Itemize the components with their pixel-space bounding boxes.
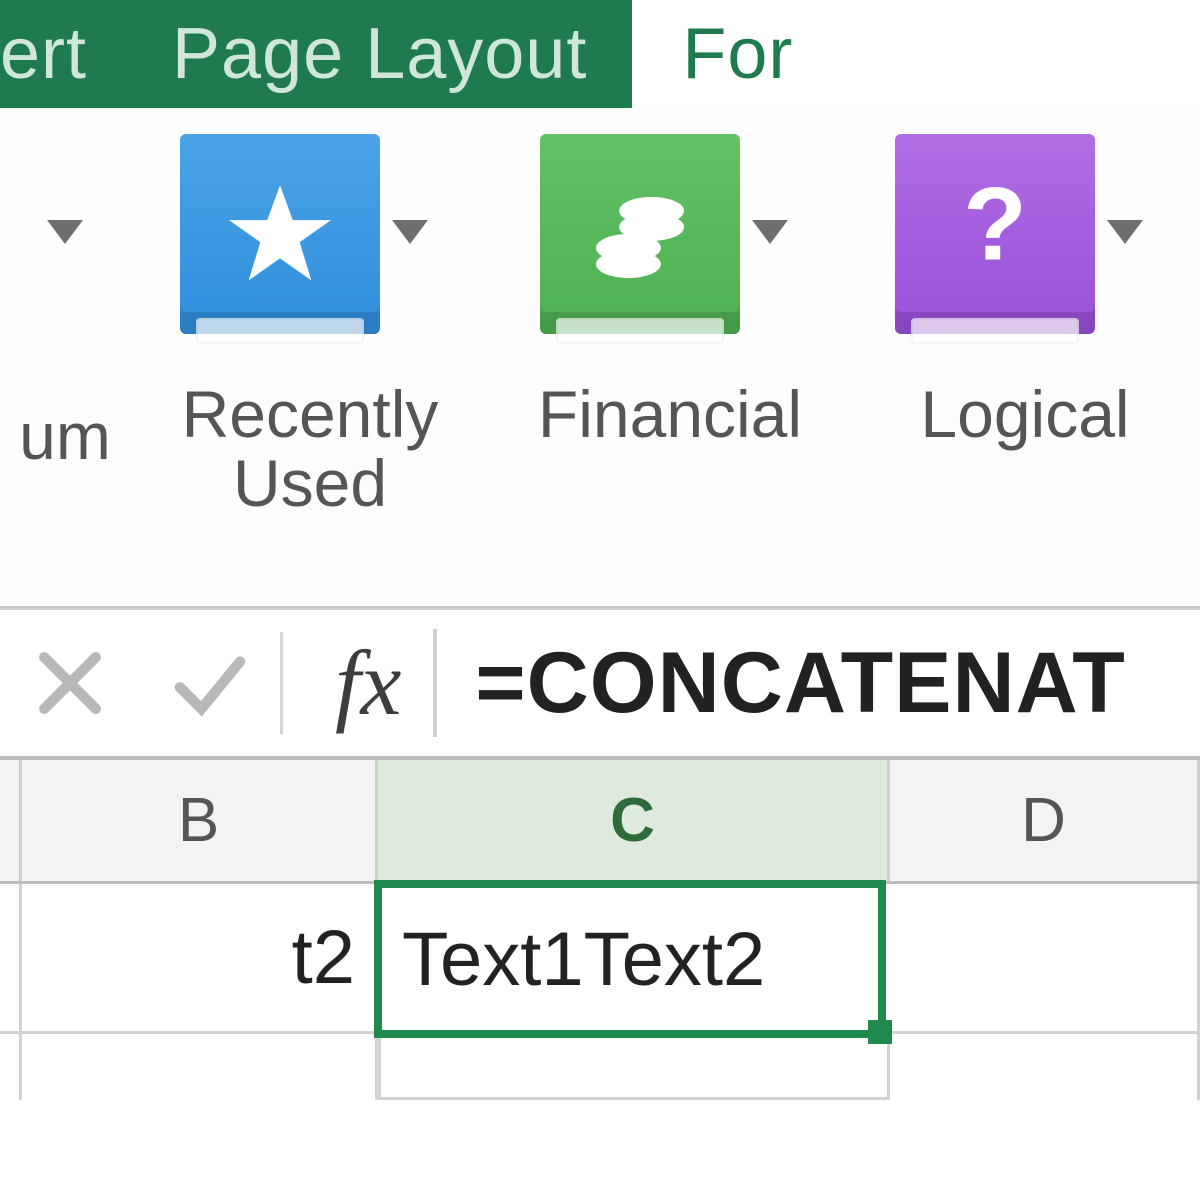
- cell-b2[interactable]: [22, 1034, 378, 1100]
- grid-row-2: [0, 1034, 1200, 1100]
- recently-used-label: Recently Used: [182, 380, 439, 519]
- logical-label: Logical: [920, 380, 1129, 449]
- column-header-c[interactable]: C: [378, 760, 890, 881]
- tab-formulas[interactable]: For: [632, 0, 1200, 108]
- question-mark-icon: ?: [895, 134, 1095, 334]
- divider: [433, 629, 437, 737]
- insert-function-button[interactable]: fx: [283, 630, 433, 736]
- svg-text:?: ?: [963, 176, 1027, 283]
- chevron-down-icon: [1107, 220, 1143, 244]
- fx-label: fx: [335, 632, 401, 734]
- chevron-down-icon: [47, 220, 83, 244]
- tab-page-layout-label: Page Layout: [172, 13, 587, 95]
- autosum-group: um: [0, 134, 130, 471]
- column-header-row: B C D: [0, 760, 1200, 884]
- col-b-label: B: [178, 785, 219, 856]
- col-c-label: C: [610, 785, 655, 856]
- autosum-dropdown[interactable]: [0, 134, 130, 244]
- coins-icon: [540, 134, 740, 334]
- formula-input[interactable]: =CONCATENAT: [475, 634, 1125, 733]
- cell-a2[interactable]: [0, 1034, 22, 1100]
- logical-dropdown[interactable]: [1095, 134, 1155, 334]
- column-header-d[interactable]: D: [890, 760, 1200, 881]
- autosum-label: um: [19, 402, 111, 471]
- cell-c2[interactable]: [378, 1034, 890, 1100]
- recently-used-group: Recently Used: [130, 134, 490, 519]
- ribbon-toolbar: um Recently Used: [0, 108, 1200, 608]
- cell-a1[interactable]: [0, 884, 22, 1034]
- financial-dropdown[interactable]: [740, 134, 800, 334]
- tab-insert-label: ert: [0, 13, 87, 95]
- formula-bar: fx =CONCATENAT: [0, 608, 1200, 760]
- grid-row-1: t2 Text1Text2: [0, 884, 1200, 1034]
- cell-b1[interactable]: t2: [22, 884, 378, 1034]
- financial-group: Financial: [490, 134, 850, 449]
- check-icon: [167, 640, 253, 726]
- cell-c1[interactable]: Text1Text2: [374, 880, 886, 1038]
- cell-c1-value: Text1Text2: [402, 916, 765, 1003]
- tab-insert[interactable]: ert: [0, 0, 127, 108]
- star-book-icon: [180, 134, 380, 334]
- cancel-formula-button[interactable]: [0, 610, 140, 756]
- cell-d2[interactable]: [890, 1034, 1200, 1100]
- chevron-down-icon: [752, 220, 788, 244]
- financial-button[interactable]: [540, 134, 740, 334]
- tab-page-layout[interactable]: Page Layout: [127, 0, 632, 108]
- col-d-label: D: [1021, 785, 1066, 856]
- ribbon-tab-strip: ert Page Layout For: [0, 0, 1200, 108]
- logical-button[interactable]: ?: [895, 134, 1095, 334]
- recently-used-dropdown[interactable]: [380, 134, 440, 334]
- accept-formula-button[interactable]: [140, 610, 280, 756]
- x-icon: [27, 640, 113, 726]
- chevron-down-icon: [392, 220, 428, 244]
- recently-used-button[interactable]: [180, 134, 380, 334]
- tab-formulas-label: For: [682, 13, 793, 95]
- column-header-b[interactable]: B: [22, 760, 378, 881]
- column-header-a[interactable]: [0, 760, 22, 881]
- logical-group: ? Logical: [850, 134, 1200, 449]
- financial-label: Financial: [538, 380, 802, 449]
- cell-d1[interactable]: [882, 884, 1200, 1034]
- cell-b1-value: t2: [292, 914, 355, 1001]
